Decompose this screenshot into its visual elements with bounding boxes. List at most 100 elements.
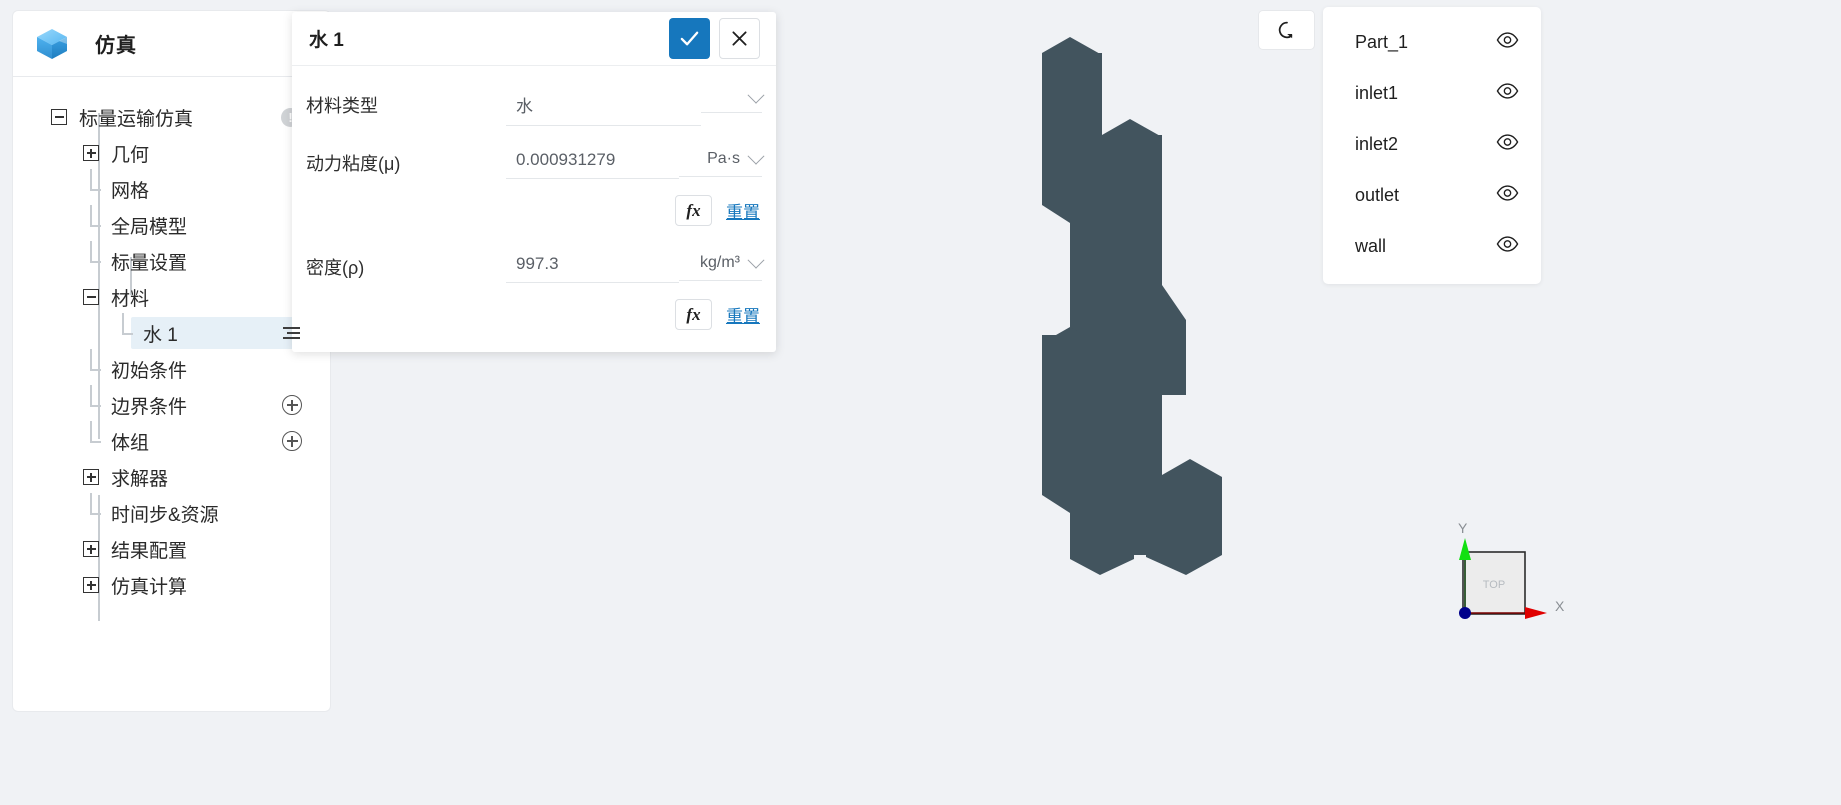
application-root: 仿真 标量运输仿真! 几何 网格 全局模型 标量设置 材料水 1 初始条件 边界条件 体组 求解器… xyxy=(0,0,1841,805)
viscosity-unit-select[interactable]: Pa·s xyxy=(678,140,765,177)
expand-toggle-plus-icon[interactable] xyxy=(83,469,99,485)
tree-item-9[interactable]: 体组 xyxy=(13,421,330,459)
reset-view-button[interactable] xyxy=(1258,10,1315,50)
part-list-item[interactable]: outlet xyxy=(1323,170,1541,221)
tree-item-label: 几何 xyxy=(111,144,150,166)
expand-toggle-plus-icon[interactable] xyxy=(83,577,99,593)
tree-item-7[interactable]: 初始条件 xyxy=(13,349,330,387)
gizmo-x-label: X xyxy=(1555,598,1565,614)
part-list-item[interactable]: inlet1 xyxy=(1323,68,1541,119)
field-density: 密度(ρ) 997.3 kg/m³ xyxy=(306,244,765,288)
axis-orientation-gizmo[interactable]: TOP Y X xyxy=(1445,510,1575,630)
part-list-item[interactable]: inlet2 xyxy=(1323,119,1541,170)
unit-label: Pa·s xyxy=(707,150,740,167)
tree-item-label: 仿真计算 xyxy=(111,576,188,598)
gizmo-face-label: TOP xyxy=(1483,579,1505,591)
left-sidebar: 仿真 标量运输仿真! 几何网格全局模型标量设置材料水 1 初始条件边界条件体组求解器… xyxy=(13,11,330,711)
density-input[interactable]: 997.3 xyxy=(506,244,679,283)
tree-item-label: 时间步&资源 xyxy=(111,504,219,526)
sidebar-header: 仿真 xyxy=(13,11,330,77)
expand-toggle-plus-icon[interactable] xyxy=(83,541,99,557)
tree-item-13[interactable]: 仿真计算 xyxy=(13,567,330,603)
density-unit-select[interactable]: kg/m³ xyxy=(678,244,765,281)
parts-panel: Part_1 inlet1 inlet2 outlet wall xyxy=(1323,7,1541,284)
cube-icon xyxy=(35,27,69,61)
tree-item-2[interactable]: 网格 xyxy=(13,169,330,207)
tree-item-label: 求解器 xyxy=(111,468,169,490)
tree-item-label: 体组 xyxy=(111,432,150,454)
tree-branch-icon xyxy=(83,493,101,521)
expand-toggle-plus-icon[interactable] xyxy=(83,145,99,161)
tree-branch-icon xyxy=(83,205,101,233)
tree-item-1[interactable]: 几何 xyxy=(13,135,330,171)
material-property-dialog: 水 1 材料类型 水 动力粘度(μ) 0.000931279 Pa·s fx 重… xyxy=(292,12,776,352)
tree-branch-icon xyxy=(115,313,133,341)
viscosity-formula-button[interactable]: fx xyxy=(675,195,712,226)
collapse-toggle-minus-icon[interactable] xyxy=(51,109,67,125)
collapse-toggle-minus-icon[interactable] xyxy=(83,289,99,305)
tree-branch-icon xyxy=(83,241,101,269)
viscosity-input[interactable]: 0.000931279 xyxy=(506,140,679,179)
part-list-item[interactable]: Part_1 xyxy=(1323,17,1541,68)
gizmo-y-label: Y xyxy=(1458,520,1468,536)
eye-icon[interactable] xyxy=(1496,236,1519,257)
density-reset-link[interactable]: 重置 xyxy=(726,302,760,327)
tree-item-label: 标量设置 xyxy=(111,252,188,274)
tree-item-10[interactable]: 求解器 xyxy=(13,459,330,495)
chevron-down-icon xyxy=(747,251,765,269)
chevron-down-icon xyxy=(747,86,765,104)
tree-branch-icon xyxy=(83,169,101,197)
tree-item-label: 水 1 xyxy=(143,324,178,346)
close-icon xyxy=(732,31,747,46)
tree-item-4[interactable]: 标量设置 xyxy=(13,241,330,279)
check-icon xyxy=(680,31,699,46)
tree-item-label: 标量运输仿真 xyxy=(79,108,194,130)
dialog-title: 水 1 xyxy=(309,30,344,51)
eye-icon[interactable] xyxy=(1496,83,1519,104)
dialog-header: 水 1 xyxy=(292,12,776,66)
material-type-dropdown-arrow[interactable] xyxy=(700,82,765,113)
field-label: 密度(ρ) xyxy=(306,258,365,278)
dialog-body: 材料类型 水 动力粘度(μ) 0.000931279 Pa·s fx 重置 密度… xyxy=(292,66,776,352)
tree-item-5[interactable]: 材料 xyxy=(13,279,330,315)
rotate-reset-icon xyxy=(1278,21,1292,39)
geometry-mesh xyxy=(1042,37,1222,575)
part-name-label: outlet xyxy=(1355,185,1400,205)
tree-item-label: 边界条件 xyxy=(111,396,188,418)
tree-item-8[interactable]: 边界条件 xyxy=(13,385,330,423)
material-type-select[interactable]: 水 xyxy=(506,82,701,126)
tree-item-label: 初始条件 xyxy=(111,360,188,382)
eye-icon[interactable] xyxy=(1496,185,1519,206)
cancel-button[interactable] xyxy=(719,18,760,59)
part-list-item[interactable]: wall xyxy=(1323,221,1541,272)
tree-item-12[interactable]: 结果配置 xyxy=(13,531,330,567)
unit-label: kg/m³ xyxy=(700,254,740,271)
viscosity-reset-link[interactable]: 重置 xyxy=(726,198,760,223)
tree-item-label: 材料 xyxy=(111,288,150,310)
part-name-label: wall xyxy=(1355,236,1387,256)
tree-branch-icon xyxy=(83,421,101,449)
list-menu-icon[interactable] xyxy=(283,327,300,339)
tree-branch-icon xyxy=(83,385,101,413)
tree-item-6[interactable]: 水 1 xyxy=(13,313,330,351)
tree-item-label: 全局模型 xyxy=(111,216,188,238)
field-label: 材料类型 xyxy=(306,96,378,116)
tree-item-0[interactable]: 标量运输仿真! xyxy=(13,99,330,135)
tree-branch-icon xyxy=(83,349,101,377)
eye-icon[interactable] xyxy=(1496,32,1519,53)
field-dynamic-viscosity: 动力粘度(μ) 0.000931279 Pa·s xyxy=(306,140,765,184)
3d-viewport[interactable]: Part_1 inlet1 inlet2 outlet wall TOP Y X xyxy=(790,0,1841,805)
field-label: 动力粘度(μ) xyxy=(306,154,401,174)
app-title: 仿真 xyxy=(95,35,137,57)
tree-item-11[interactable]: 时间步&资源 xyxy=(13,493,330,531)
dialog-actions xyxy=(669,18,760,59)
part-name-label: inlet2 xyxy=(1355,134,1399,154)
field-material-type: 材料类型 水 xyxy=(306,82,765,126)
confirm-button[interactable] xyxy=(669,18,710,59)
eye-icon[interactable] xyxy=(1496,134,1519,155)
part-name-label: Part_1 xyxy=(1355,32,1409,52)
viscosity-actions: fx 重置 xyxy=(306,184,762,230)
tree-item-3[interactable]: 全局模型 xyxy=(13,205,330,243)
part-name-label: inlet1 xyxy=(1355,83,1399,103)
density-formula-button[interactable]: fx xyxy=(675,299,712,330)
